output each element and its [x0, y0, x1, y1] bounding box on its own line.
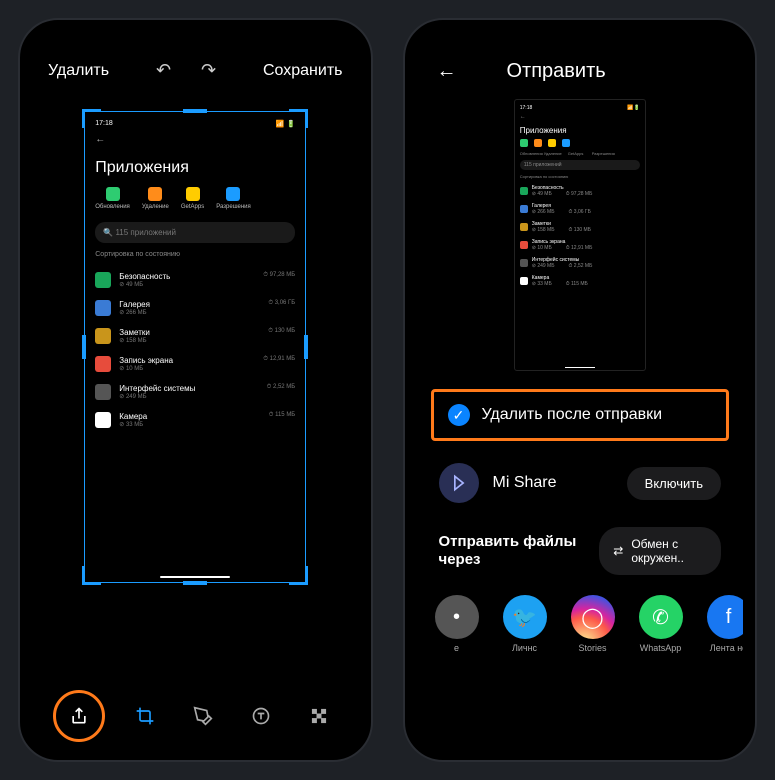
delete-after-send-toggle[interactable]: ✓ Удалить после отправки — [431, 389, 730, 441]
mishare-row: Mi Share Включить — [417, 449, 744, 517]
share-title: Отправить — [507, 60, 606, 83]
share-button[interactable] — [53, 690, 105, 742]
share-apps-row: •е🐦Личнс◯Stories✆WhatsAppfЛента но➤Tele — [417, 585, 744, 653]
nearby-share-chip[interactable]: ⇄ Обмен с окружен.. — [599, 527, 721, 575]
send-via-row: Отправить файлы через ⇄ Обмен с окружен.… — [417, 517, 744, 585]
list-item: Интерфейс системы⊘ 249 МБ ⏱ 2,52 МБ — [95, 378, 295, 406]
phone-left: Удалить ↶ ↷ Сохранить 17:18 📶 🔋 ← — [18, 18, 373, 762]
draw-tool[interactable] — [185, 698, 221, 734]
mosaic-tool[interactable] — [301, 698, 337, 734]
editor-toolbar — [32, 672, 359, 748]
share-preview[interactable]: 17:18📶🔋 ← Приложения ОбновленияУдалениеG… — [514, 99, 646, 371]
share-app-е[interactable]: •е — [427, 595, 487, 653]
back-button[interactable]: ← — [437, 60, 457, 83]
send-via-label: Отправить файлы через — [439, 533, 582, 569]
tab-Разрешения: Разрешения — [216, 187, 251, 210]
screenshot-preview: 17:18 📶 🔋 ← Приложения Обновления Удалени… — [85, 112, 305, 582]
search-input: 🔍 115 приложений — [95, 222, 295, 243]
nearby-icon: ⇄ — [613, 544, 623, 558]
list-item: Безопасность⊘ 49 МБ ⏱ 97,28 МБ — [95, 266, 295, 294]
share-app-WhatsApp[interactable]: ✆WhatsApp — [631, 595, 691, 653]
list-item: Заметки⊘ 158 МБ ⏱ 130 МБ — [95, 322, 295, 350]
share-header: ← Отправить — [417, 32, 744, 91]
crop-tool[interactable] — [127, 698, 163, 734]
list-item: Запись экрана⊘ 10 МБ ⏱ 12,91 МБ — [95, 350, 295, 378]
tab-Обновления: Обновления — [95, 187, 130, 210]
share-app-Лента но[interactable]: fЛента но — [699, 595, 744, 653]
redo-icon[interactable]: ↷ — [201, 60, 216, 81]
save-button[interactable]: Сохранить — [263, 62, 343, 80]
back-icon: ← — [95, 134, 295, 145]
tab-GetApps: GetApps — [181, 187, 204, 210]
undo-icon[interactable]: ↶ — [156, 60, 171, 81]
share-app-Личнс[interactable]: 🐦Личнс — [495, 595, 555, 653]
list-item: Камера⊘ 33 МБ ⏱ 115 МБ — [95, 406, 295, 434]
mishare-label: Mi Share — [493, 474, 557, 492]
editor-canvas: 17:18 📶 🔋 ← Приложения Обновления Удалени… — [32, 91, 359, 672]
delete-button[interactable]: Удалить — [48, 62, 109, 80]
check-icon: ✓ — [448, 404, 470, 426]
page-title: Приложения — [95, 159, 295, 177]
tab-Удаление: Удаление — [142, 187, 169, 210]
share-app-Stories[interactable]: ◯Stories — [563, 595, 623, 653]
status-icons: 📶 🔋 — [276, 120, 295, 128]
status-time: 17:18 — [95, 120, 113, 128]
list-item: Галерея⊘ 266 МБ ⏱ 3,06 ГБ — [95, 294, 295, 322]
sort-label: Сортировка по состоянию — [95, 251, 295, 258]
crop-frame[interactable]: 17:18 📶 🔋 ← Приложения Обновления Удалени… — [84, 111, 306, 583]
text-tool[interactable] — [243, 698, 279, 734]
enable-button[interactable]: Включить — [627, 467, 721, 500]
phone-right: ← Отправить 17:18📶🔋 ← Приложения Обновле… — [403, 18, 758, 762]
editor-header: Удалить ↶ ↷ Сохранить — [32, 32, 359, 91]
delete-after-label: Удалить после отправки — [482, 406, 663, 424]
mishare-icon — [439, 463, 479, 503]
